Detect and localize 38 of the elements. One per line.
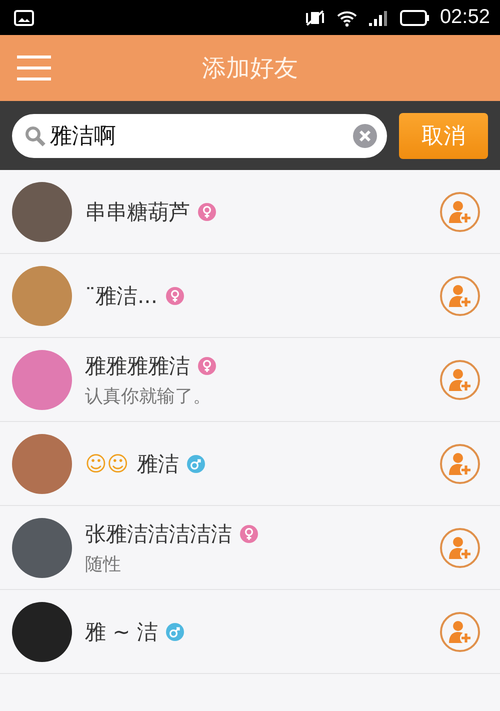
battery-icon (400, 8, 430, 26)
user-name: 雅雅雅雅洁 (85, 352, 190, 380)
add-person-icon (447, 282, 473, 308)
add-person-icon (447, 534, 473, 560)
result-row[interactable]: 串串糖葫芦 (0, 170, 500, 254)
add-person-icon (447, 198, 473, 224)
menu-icon[interactable] (16, 55, 52, 81)
search-field[interactable]: 雅洁啊 (12, 114, 387, 158)
result-row[interactable]: 雅雅雅雅洁 认真你就输了。 (0, 338, 500, 422)
status-time: 02:52 (440, 6, 490, 29)
user-name: 串串糖葫芦 (85, 198, 190, 226)
user-name: 雅洁 (136, 450, 179, 478)
user-signature: 认真你就输了。 (85, 384, 212, 408)
search-icon (24, 124, 46, 146)
emoji-prefix: ☺☺ (85, 452, 129, 476)
user-name: ¨雅洁... (85, 282, 158, 310)
clear-icon[interactable] (353, 124, 377, 148)
vibrate-off-icon (304, 8, 326, 26)
add-person-icon (447, 618, 473, 644)
result-row[interactable]: ☺☺ 雅洁 (0, 422, 500, 506)
signal-icon (368, 8, 390, 26)
add-friend-button[interactable] (440, 612, 480, 652)
image-icon (14, 10, 34, 26)
add-person-icon (447, 450, 473, 476)
add-friend-button[interactable] (440, 192, 480, 232)
result-row[interactable]: ¨雅洁... (0, 254, 500, 338)
add-person-icon (447, 366, 473, 392)
add-friend-button[interactable] (440, 360, 480, 400)
page-title: 添加好友 (202, 53, 298, 84)
result-row[interactable]: 张雅洁洁洁洁洁 随性 (0, 506, 500, 590)
add-friend-button[interactable] (440, 444, 480, 484)
result-row[interactable]: 雅 ~ 洁 (0, 590, 500, 674)
user-name: 张雅洁洁洁洁洁 (85, 520, 232, 548)
add-friend-button[interactable] (440, 276, 480, 316)
wifi-icon (336, 8, 358, 26)
user-signature: 随性 (85, 552, 122, 576)
user-name: 雅 ~ 洁 (85, 618, 158, 646)
add-friend-button[interactable] (440, 528, 480, 568)
